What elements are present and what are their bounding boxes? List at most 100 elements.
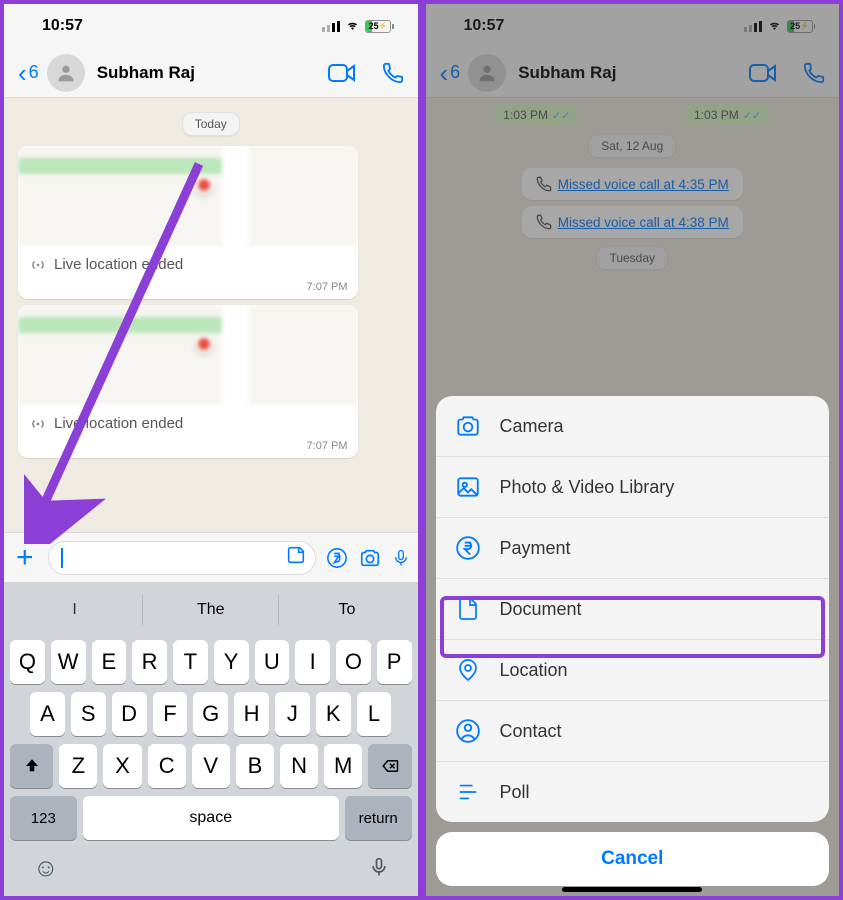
key-row: 123 space return bbox=[10, 796, 412, 840]
avatar[interactable] bbox=[47, 54, 85, 92]
key-t[interactable]: T bbox=[173, 640, 208, 684]
key-h[interactable]: H bbox=[234, 692, 269, 736]
key-w[interactable]: W bbox=[51, 640, 86, 684]
return-key[interactable]: return bbox=[345, 796, 412, 840]
missed-call[interactable]: Missed voice call at 4:38 PM bbox=[522, 206, 743, 238]
key-s[interactable]: S bbox=[71, 692, 106, 736]
video-call-button[interactable] bbox=[749, 62, 777, 84]
key-l[interactable]: L bbox=[357, 692, 392, 736]
key-b[interactable]: B bbox=[236, 744, 274, 788]
key-z[interactable]: Z bbox=[59, 744, 97, 788]
key-g[interactable]: G bbox=[193, 692, 228, 736]
shift-key[interactable] bbox=[10, 744, 53, 788]
key-c[interactable]: C bbox=[148, 744, 186, 788]
document-icon bbox=[454, 595, 482, 623]
phone-missed-icon bbox=[536, 214, 552, 230]
text-cursor bbox=[61, 548, 63, 568]
sheet-poll[interactable]: Poll bbox=[436, 762, 830, 822]
message-input-bar: + bbox=[4, 532, 418, 582]
space-key[interactable]: space bbox=[83, 796, 339, 840]
mic-icon[interactable] bbox=[392, 546, 410, 570]
key-q[interactable]: Q bbox=[10, 640, 45, 684]
status-time: 10:57 bbox=[464, 17, 505, 35]
video-call-button[interactable] bbox=[328, 62, 356, 84]
status-indicators: 25⚡ bbox=[322, 20, 394, 33]
camera-icon bbox=[454, 412, 482, 440]
key-f[interactable]: F bbox=[153, 692, 188, 736]
key-v[interactable]: V bbox=[192, 744, 230, 788]
image-icon bbox=[454, 473, 482, 501]
suggestion[interactable]: To bbox=[279, 595, 414, 625]
key-a[interactable]: A bbox=[30, 692, 65, 736]
message-input[interactable] bbox=[48, 541, 316, 575]
contact-name[interactable]: Subham Raj bbox=[97, 63, 322, 83]
key-e[interactable]: E bbox=[92, 640, 127, 684]
cancel-button[interactable]: Cancel bbox=[436, 832, 830, 886]
location-text: Live location ended bbox=[54, 415, 183, 432]
key-o[interactable]: O bbox=[336, 640, 371, 684]
key-d[interactable]: D bbox=[112, 692, 147, 736]
chat-header: ‹6 Subham Raj bbox=[4, 48, 418, 98]
attach-button[interactable]: + bbox=[12, 541, 38, 575]
key-r[interactable]: R bbox=[132, 640, 167, 684]
suggestion[interactable]: I bbox=[7, 595, 143, 625]
key-row: ZXCVBNM bbox=[10, 744, 412, 788]
back-button[interactable]: ‹6 bbox=[440, 60, 461, 86]
status-bar: 10:57 25⚡ bbox=[4, 4, 418, 48]
status-indicators: 25⚡ bbox=[744, 20, 816, 33]
sheet-document[interactable]: Document bbox=[436, 579, 830, 640]
broadcast-icon bbox=[30, 257, 46, 273]
key-y[interactable]: Y bbox=[214, 640, 249, 684]
chevron-left-icon: ‹ bbox=[18, 60, 27, 86]
payment-icon[interactable] bbox=[326, 547, 348, 569]
voice-call-button[interactable] bbox=[803, 62, 825, 84]
avatar[interactable] bbox=[468, 54, 506, 92]
camera-icon[interactable] bbox=[358, 547, 382, 569]
contact-name[interactable]: Subham Raj bbox=[518, 63, 743, 83]
voice-call-button[interactable] bbox=[382, 62, 404, 84]
dictation-key[interactable] bbox=[369, 854, 389, 887]
keyboard[interactable]: I The To QWERTYUIOP ASDFGHJKL ZXCVBNM 12… bbox=[4, 582, 418, 896]
key-n[interactable]: N bbox=[280, 744, 318, 788]
cellular-icon bbox=[322, 20, 340, 32]
location-text: Live location ended bbox=[54, 256, 183, 273]
home-indicator[interactable] bbox=[562, 887, 702, 892]
suggestion[interactable]: The bbox=[143, 595, 279, 625]
emoji-key[interactable]: ☺ bbox=[33, 854, 59, 887]
key-j[interactable]: J bbox=[275, 692, 310, 736]
date-divider: Tuesday bbox=[596, 246, 668, 270]
location-message[interactable]: Live location ended 7:07 PM bbox=[18, 305, 358, 458]
keyboard-suggestions[interactable]: I The To bbox=[7, 588, 415, 632]
read-ticks-icon: ✓✓ bbox=[552, 109, 570, 122]
wifi-icon bbox=[344, 20, 361, 32]
sheet-payment[interactable]: Payment bbox=[436, 518, 830, 579]
screenshot-right: 10:57 25⚡ ‹6 Subham Raj 1:03 PM✓✓ 1:03 P… bbox=[422, 0, 843, 900]
battery-icon: 25⚡ bbox=[365, 20, 394, 33]
rupee-icon bbox=[454, 534, 482, 562]
key-x[interactable]: X bbox=[103, 744, 141, 788]
person-icon bbox=[454, 717, 482, 745]
sheet-contact[interactable]: Contact bbox=[436, 701, 830, 762]
back-button[interactable]: ‹6 bbox=[18, 60, 39, 86]
sticker-icon[interactable] bbox=[285, 544, 307, 571]
location-message[interactable]: Live location ended 7:07 PM bbox=[18, 146, 358, 299]
message-time: 1:03 PM✓✓ bbox=[686, 104, 769, 126]
numbers-key[interactable]: 123 bbox=[10, 796, 77, 840]
read-ticks-icon: ✓✓ bbox=[743, 109, 761, 122]
missed-call[interactable]: Missed voice call at 4:35 PM bbox=[522, 168, 743, 200]
sheet-library[interactable]: Photo & Video Library bbox=[436, 457, 830, 518]
poll-icon bbox=[454, 778, 482, 806]
key-m[interactable]: M bbox=[324, 744, 362, 788]
attachment-sheet: Camera Photo & Video Library Payment Doc… bbox=[436, 396, 830, 886]
cellular-icon bbox=[744, 20, 762, 32]
key-p[interactable]: P bbox=[377, 640, 412, 684]
wifi-icon bbox=[766, 20, 783, 32]
key-i[interactable]: I bbox=[295, 640, 330, 684]
map-thumbnail bbox=[18, 305, 358, 405]
chat-area[interactable]: Today Live location ended 7:07 PM Live l… bbox=[4, 98, 418, 462]
backspace-key[interactable] bbox=[368, 744, 411, 788]
key-k[interactable]: K bbox=[316, 692, 351, 736]
sheet-location[interactable]: Location bbox=[436, 640, 830, 701]
key-u[interactable]: U bbox=[255, 640, 290, 684]
sheet-camera[interactable]: Camera bbox=[436, 396, 830, 457]
